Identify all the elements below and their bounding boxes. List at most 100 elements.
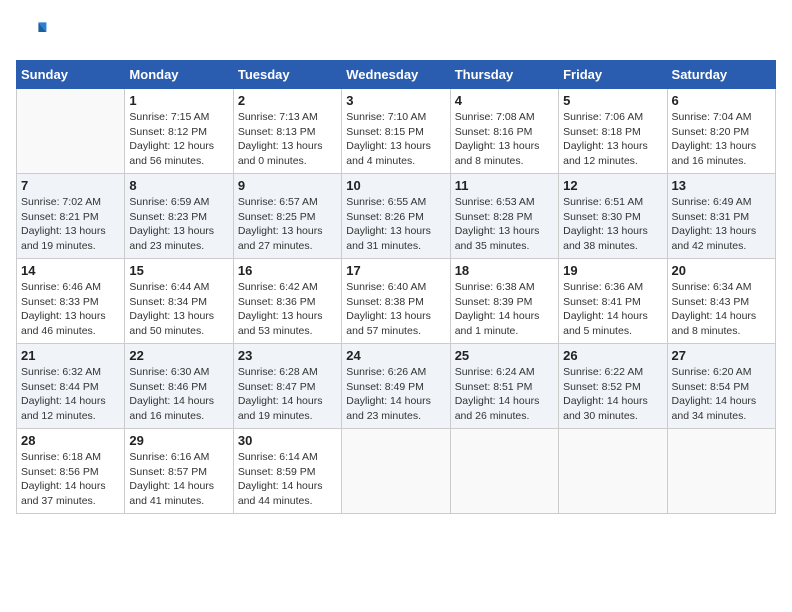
calendar-cell xyxy=(559,429,667,514)
calendar-header: SundayMondayTuesdayWednesdayThursdayFrid… xyxy=(17,61,776,89)
calendar-cell: 20 Sunrise: 6:34 AMSunset: 8:43 PMDayligh… xyxy=(667,259,775,344)
page-header xyxy=(16,16,776,48)
calendar-body: 1 Sunrise: 7:15 AMSunset: 8:12 PMDaylight… xyxy=(17,89,776,514)
calendar-cell: 8 Sunrise: 6:59 AMSunset: 8:23 PMDaylight… xyxy=(125,174,233,259)
calendar-cell: 27Sunrise: 6:20 AMSunset: 8:54 PMDayligh… xyxy=(667,344,775,429)
day-info: Sunrise: 6:46 AMSunset: 8:33 PMDaylight:… xyxy=(21,280,120,339)
day-info: Sunrise: 7:13 AMSunset: 8:13 PMDaylight:… xyxy=(238,110,337,169)
day-info: Sunrise: 6:55 AMSunset: 8:26 PMDaylight:… xyxy=(346,195,445,254)
calendar-cell: 12 Sunrise: 6:51 AMSunset: 8:30 PMDayligh… xyxy=(559,174,667,259)
calendar-cell: 30Sunrise: 6:14 AMSunset: 8:59 PMDayligh… xyxy=(233,429,341,514)
day-number: 28 xyxy=(21,433,120,448)
day-info: Sunrise: 6:30 AMSunset: 8:46 PMDaylight:… xyxy=(129,365,228,424)
day-info: Sunrise: 6:44 AMSunset: 8:34 PMDaylight:… xyxy=(129,280,228,339)
weekday-header: Tuesday xyxy=(233,61,341,89)
calendar-cell: 10 Sunrise: 6:55 AMSunset: 8:26 PMDayligh… xyxy=(342,174,450,259)
calendar-cell: 17 Sunrise: 6:40 AMSunset: 8:38 PMDayligh… xyxy=(342,259,450,344)
day-number: 15 xyxy=(129,263,228,278)
logo-icon xyxy=(16,16,48,48)
day-info: Sunrise: 6:49 AMSunset: 8:31 PMDaylight:… xyxy=(672,195,771,254)
day-number: 3 xyxy=(346,93,445,108)
calendar-cell: 4 Sunrise: 7:08 AMSunset: 8:16 PMDaylight… xyxy=(450,89,558,174)
day-info: Sunrise: 6:42 AMSunset: 8:36 PMDaylight:… xyxy=(238,280,337,339)
calendar-cell: 15 Sunrise: 6:44 AMSunset: 8:34 PMDayligh… xyxy=(125,259,233,344)
calendar-week-row: 28 Sunrise: 6:18 AMSunset: 8:56 PMDayligh… xyxy=(17,429,776,514)
day-number: 7 xyxy=(21,178,120,193)
day-number: 13 xyxy=(672,178,771,193)
calendar-table: SundayMondayTuesdayWednesdayThursdayFrid… xyxy=(16,60,776,514)
day-number: 24 xyxy=(346,348,445,363)
calendar-cell: 7 Sunrise: 7:02 AMSunset: 8:21 PMDaylight… xyxy=(17,174,125,259)
day-info: Sunrise: 7:04 AMSunset: 8:20 PMDaylight:… xyxy=(672,110,771,169)
day-info: Sunrise: 6:59 AMSunset: 8:23 PMDaylight:… xyxy=(129,195,228,254)
day-info: Sunrise: 6:38 AMSunset: 8:39 PMDaylight:… xyxy=(455,280,554,339)
calendar-cell: 2Sunrise: 7:13 AMSunset: 8:13 PMDaylight… xyxy=(233,89,341,174)
logo xyxy=(16,16,52,48)
calendar-cell: 28 Sunrise: 6:18 AMSunset: 8:56 PMDayligh… xyxy=(17,429,125,514)
day-number: 25 xyxy=(455,348,554,363)
day-info: Sunrise: 6:28 AMSunset: 8:47 PMDaylight:… xyxy=(238,365,337,424)
day-number: 11 xyxy=(455,178,554,193)
calendar-cell: 19Sunrise: 6:36 AMSunset: 8:41 PMDayligh… xyxy=(559,259,667,344)
day-number: 14 xyxy=(21,263,120,278)
day-number: 1 xyxy=(129,93,228,108)
day-number: 16 xyxy=(238,263,337,278)
calendar-cell: 13 Sunrise: 6:49 AMSunset: 8:31 PMDayligh… xyxy=(667,174,775,259)
day-number: 29 xyxy=(129,433,228,448)
day-info: Sunrise: 7:08 AMSunset: 8:16 PMDaylight:… xyxy=(455,110,554,169)
day-number: 19 xyxy=(563,263,662,278)
calendar-cell: 1 Sunrise: 7:15 AMSunset: 8:12 PMDaylight… xyxy=(125,89,233,174)
calendar-cell xyxy=(667,429,775,514)
calendar-cell xyxy=(17,89,125,174)
day-info: Sunrise: 6:18 AMSunset: 8:56 PMDaylight:… xyxy=(21,450,120,509)
day-info: Sunrise: 6:53 AMSunset: 8:28 PMDaylight:… xyxy=(455,195,554,254)
calendar-week-row: 1 Sunrise: 7:15 AMSunset: 8:12 PMDaylight… xyxy=(17,89,776,174)
calendar-cell: 9 Sunrise: 6:57 AMSunset: 8:25 PMDaylight… xyxy=(233,174,341,259)
day-number: 6 xyxy=(672,93,771,108)
calendar-cell: 25 Sunrise: 6:24 AMSunset: 8:51 PMDayligh… xyxy=(450,344,558,429)
calendar-cell: 18 Sunrise: 6:38 AMSunset: 8:39 PMDayligh… xyxy=(450,259,558,344)
day-number: 5 xyxy=(563,93,662,108)
day-info: Sunrise: 6:24 AMSunset: 8:51 PMDaylight:… xyxy=(455,365,554,424)
day-info: Sunrise: 7:02 AMSunset: 8:21 PMDaylight:… xyxy=(21,195,120,254)
day-number: 20 xyxy=(672,263,771,278)
day-number: 30 xyxy=(238,433,337,448)
day-number: 9 xyxy=(238,178,337,193)
calendar-cell xyxy=(450,429,558,514)
day-info: Sunrise: 6:51 AMSunset: 8:30 PMDaylight:… xyxy=(563,195,662,254)
day-info: Sunrise: 6:57 AMSunset: 8:25 PMDaylight:… xyxy=(238,195,337,254)
calendar-week-row: 21Sunrise: 6:32 AMSunset: 8:44 PMDayligh… xyxy=(17,344,776,429)
calendar-cell: 5 Sunrise: 7:06 AMSunset: 8:18 PMDaylight… xyxy=(559,89,667,174)
calendar-cell: 11 Sunrise: 6:53 AMSunset: 8:28 PMDayligh… xyxy=(450,174,558,259)
weekday-header: Thursday xyxy=(450,61,558,89)
day-number: 4 xyxy=(455,93,554,108)
day-number: 18 xyxy=(455,263,554,278)
day-number: 12 xyxy=(563,178,662,193)
calendar-cell: 29 Sunrise: 6:16 AMSunset: 8:57 PMDayligh… xyxy=(125,429,233,514)
weekday-header: Monday xyxy=(125,61,233,89)
day-number: 26 xyxy=(563,348,662,363)
day-number: 17 xyxy=(346,263,445,278)
calendar-week-row: 7 Sunrise: 7:02 AMSunset: 8:21 PMDaylight… xyxy=(17,174,776,259)
day-info: Sunrise: 6:40 AMSunset: 8:38 PMDaylight:… xyxy=(346,280,445,339)
day-info: Sunrise: 7:15 AMSunset: 8:12 PMDaylight:… xyxy=(129,110,228,169)
calendar-cell: 24Sunrise: 6:26 AMSunset: 8:49 PMDayligh… xyxy=(342,344,450,429)
day-info: Sunrise: 6:16 AMSunset: 8:57 PMDaylight:… xyxy=(129,450,228,509)
calendar-cell: 23 Sunrise: 6:28 AMSunset: 8:47 PMDayligh… xyxy=(233,344,341,429)
day-number: 8 xyxy=(129,178,228,193)
calendar-week-row: 14 Sunrise: 6:46 AMSunset: 8:33 PMDayligh… xyxy=(17,259,776,344)
day-number: 22 xyxy=(129,348,228,363)
calendar-cell: 26 Sunrise: 6:22 AMSunset: 8:52 PMDayligh… xyxy=(559,344,667,429)
day-number: 27 xyxy=(672,348,771,363)
weekday-header: Wednesday xyxy=(342,61,450,89)
calendar-cell: 3Sunrise: 7:10 AMSunset: 8:15 PMDaylight… xyxy=(342,89,450,174)
calendar-cell: 6 Sunrise: 7:04 AMSunset: 8:20 PMDaylight… xyxy=(667,89,775,174)
day-number: 10 xyxy=(346,178,445,193)
weekday-header: Sunday xyxy=(17,61,125,89)
day-info: Sunrise: 6:34 AMSunset: 8:43 PMDaylight:… xyxy=(672,280,771,339)
weekday-header: Saturday xyxy=(667,61,775,89)
weekday-header: Friday xyxy=(559,61,667,89)
day-info: Sunrise: 7:06 AMSunset: 8:18 PMDaylight:… xyxy=(563,110,662,169)
day-number: 23 xyxy=(238,348,337,363)
day-info: Sunrise: 6:22 AMSunset: 8:52 PMDaylight:… xyxy=(563,365,662,424)
